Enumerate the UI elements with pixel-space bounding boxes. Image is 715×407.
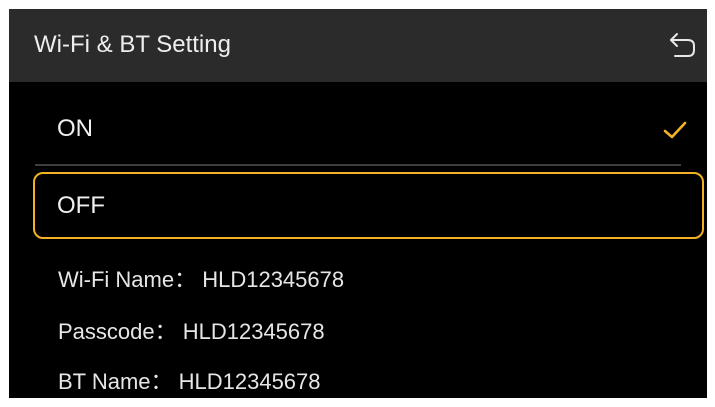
header-bar: Wi-Fi & BT Setting [9,9,707,82]
passcode-text: Passcode： HLD12345678 [58,319,325,344]
settings-screen: Wi-Fi & BT Setting ON OFF Wi-Fi Name： HL… [9,9,707,398]
option-divider [35,164,681,166]
bt-name-text: BT Name： HLD12345678 [58,369,321,394]
check-icon [663,121,687,139]
page-title: Wi-Fi & BT Setting [34,31,231,58]
back-arrow-icon [670,33,695,57]
option-on[interactable]: ON [33,101,704,161]
option-off-label: OFF [57,192,105,219]
back-button[interactable] [657,23,707,67]
option-off[interactable]: OFF [33,172,704,239]
option-on-label: ON [57,115,93,142]
wifi-name-text: Wi-Fi Name： HLD12345678 [58,267,345,292]
